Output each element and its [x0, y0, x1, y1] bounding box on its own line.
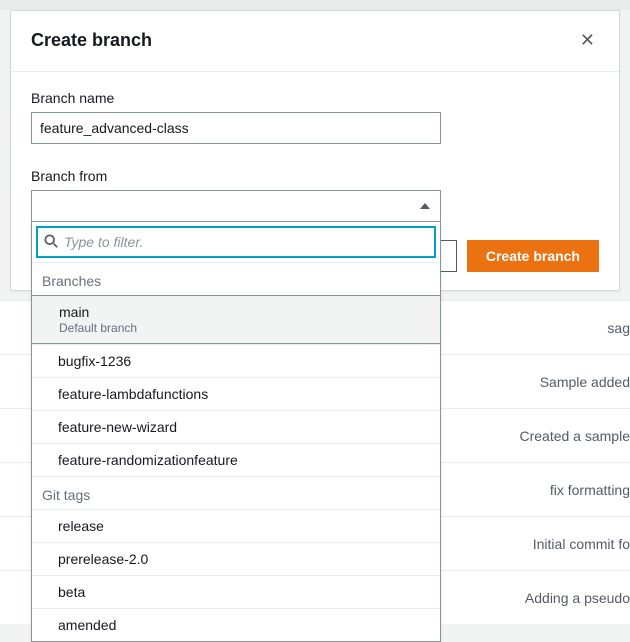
modal-title: Create branch — [31, 30, 152, 51]
branch-option[interactable]: bugfix-1236 — [32, 344, 440, 377]
group-label-branches: Branches — [32, 262, 440, 295]
branch-name-label: Branch name — [31, 90, 599, 106]
branch-option[interactable]: feature-randomizationfeature — [32, 443, 440, 476]
caret-up-icon — [420, 203, 430, 209]
create-branch-modal: Create branch ✕ Branch name Branch from — [10, 10, 620, 291]
branch-option[interactable]: feature-lambdafunctions — [32, 377, 440, 410]
branch-from-select[interactable] — [31, 190, 441, 222]
search-icon — [44, 234, 58, 251]
tag-option[interactable]: amended — [32, 608, 440, 641]
branch-option[interactable]: feature-new-wizard — [32, 410, 440, 443]
close-button[interactable]: ✕ — [576, 27, 599, 53]
branch-from-label: Branch from — [31, 168, 599, 184]
tag-option[interactable]: release — [32, 509, 440, 542]
tag-option[interactable]: prerelease-2.0 — [32, 542, 440, 575]
group-label-tags: Git tags — [32, 476, 440, 509]
close-icon: ✕ — [580, 30, 595, 50]
branch-option-main[interactable]: main Default branch — [31, 295, 441, 344]
create-branch-button[interactable]: Create branch — [467, 240, 599, 272]
branch-from-dropdown: Branches main Default branch bugfix-1236… — [31, 222, 441, 642]
branch-name-input[interactable] — [31, 112, 441, 144]
tag-option[interactable]: beta — [32, 575, 440, 608]
filter-input[interactable] — [64, 234, 428, 250]
